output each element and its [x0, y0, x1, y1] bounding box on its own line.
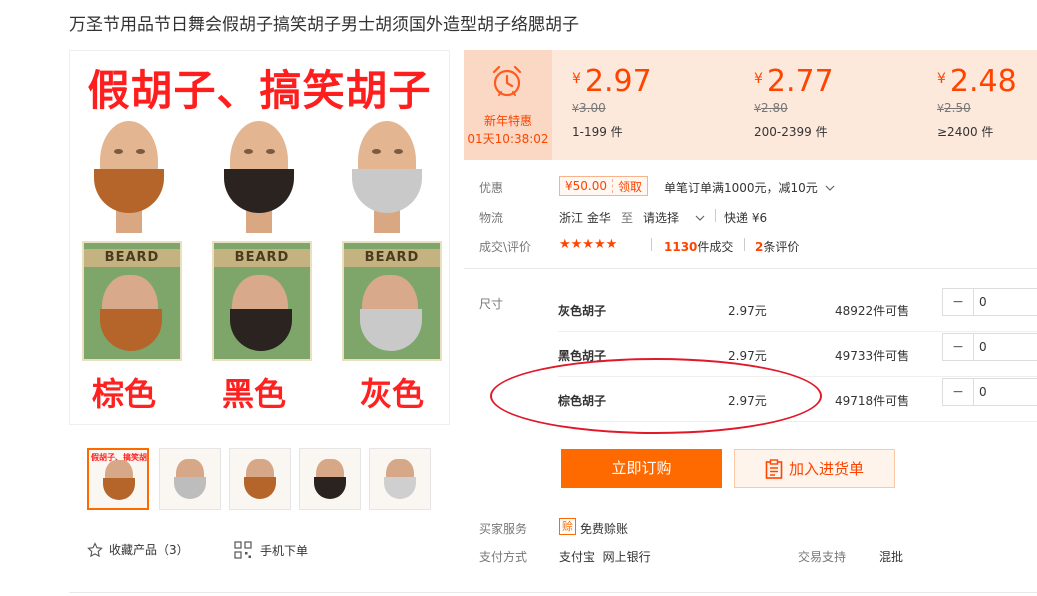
tier-old-price: 2.50 — [944, 101, 971, 115]
payment-label: 支付方式 — [479, 550, 528, 564]
bottom-divider — [69, 592, 1037, 593]
beard-package-black: BEARD — [212, 241, 312, 361]
color-label-black: 黑色 — [222, 375, 287, 413]
thumbnail-2[interactable] — [159, 448, 221, 510]
service-label: 买家服务 — [479, 522, 528, 536]
discount-label: 优惠 — [479, 181, 504, 195]
review-count-link[interactable]: 2条评价 — [755, 238, 799, 255]
main-product-image[interactable]: 假胡子、搞笑胡子 BEARD BEARD BEARD 棕色 黑色 灰色 — [69, 50, 450, 425]
payment-methods: 支付宝 网上银行 — [559, 550, 651, 564]
quantity-stepper: − 0 — [942, 378, 1037, 406]
divider — [744, 238, 745, 251]
promo-badge: 新年特惠 01天10:38:02 — [464, 50, 552, 160]
thumbnail-3[interactable] — [229, 448, 291, 510]
thumbnail-1[interactable]: 假胡子、搞笑胡子 — [87, 448, 149, 510]
decrement-button[interactable]: − — [943, 289, 974, 315]
decrement-button[interactable]: − — [943, 379, 974, 405]
chevron-down-icon — [825, 185, 835, 191]
deals-label: 成交\评价 — [479, 240, 532, 254]
star-outline-icon — [87, 541, 103, 557]
sku-label: 尺寸 — [479, 297, 504, 311]
quantity-stepper: − 0 — [942, 288, 1037, 316]
promo-name: 新年特惠 — [483, 114, 532, 128]
divider — [715, 209, 716, 222]
coupon-amount: ¥50.00 — [565, 179, 607, 193]
color-label-gray: 灰色 — [360, 375, 425, 413]
coupon-tag[interactable]: ¥50.00 领取 — [559, 176, 649, 196]
quantity-input[interactable]: 0 — [979, 379, 987, 405]
tier-range: 1-199 件 — [572, 125, 623, 139]
favorite-label: 收藏产品（3） — [109, 543, 189, 557]
tier-price: 2.77 — [766, 64, 834, 99]
order-now-button[interactable]: 立即订购 — [561, 449, 722, 488]
ship-to-word: 至 — [621, 211, 634, 225]
price-panel: 新年特惠 01天10:38:02 ¥2.97 ¥3.00 1-199 件 ¥2.… — [464, 50, 1037, 160]
destination-select[interactable]: 请选择 — [643, 209, 705, 226]
tier-old-price: 2.80 — [761, 101, 788, 115]
discount-rule[interactable]: 单笔订单满1000元，减10元 — [664, 179, 835, 196]
color-label-brown: 棕色 — [92, 375, 157, 413]
chevron-down-icon — [695, 215, 705, 221]
sku-stock: 48922件可售 — [835, 304, 910, 318]
add-to-cart-button[interactable]: 加入进货单 — [734, 449, 895, 488]
sku-row: 灰色胡子 2.97元 48922件可售 − 0 — [558, 288, 1037, 332]
poster-headline: 假胡子、搞笑胡子 — [87, 66, 432, 115]
credit-badge-icon: 赊 — [559, 518, 576, 535]
quantity-input[interactable]: 0 — [979, 334, 987, 360]
rating-stars: ★★★★★ — [559, 237, 618, 252]
mannequin-head-black — [218, 121, 302, 241]
mannequin-head-brown — [88, 121, 172, 241]
price-tier-2: ¥2.77 ¥2.80 200-2399 件 — [754, 64, 834, 139]
tier-old-price: 3.00 — [579, 101, 606, 115]
tier-range: ≥2400 件 — [937, 125, 994, 139]
coupon-claim-link[interactable]: 领取 — [613, 178, 647, 195]
express-fee: 快递 ¥6 — [724, 211, 768, 225]
divider — [651, 238, 652, 251]
mobile-order-link[interactable]: 手机下单 — [234, 541, 308, 559]
thumbnail-5[interactable] — [369, 448, 431, 510]
price-tier-1: ¥2.97 ¥3.00 1-199 件 — [572, 64, 652, 139]
beard-package-brown: BEARD — [82, 241, 182, 361]
quantity-stepper: − 0 — [942, 333, 1037, 361]
qr-code-icon — [234, 541, 252, 559]
clipboard-icon — [765, 458, 783, 479]
tier-price: 2.48 — [949, 64, 1017, 99]
trade-support-value: 混批 — [879, 550, 904, 564]
trade-support-label: 交易支持 — [798, 550, 847, 564]
beard-package-gray: BEARD — [342, 241, 442, 361]
favorite-product-link[interactable]: 收藏产品（3） — [87, 541, 189, 558]
mobile-order-label: 手机下单 — [260, 543, 309, 558]
price-tier-3: ¥2.48 ¥2.50 ≥2400 件 — [937, 64, 1017, 139]
add-to-cart-label: 加入进货单 — [788, 460, 864, 478]
logistics-label: 物流 — [479, 211, 504, 225]
mannequin-head-gray — [346, 121, 430, 241]
sku-name: 灰色胡子 — [558, 304, 607, 318]
thumbnail-4[interactable] — [299, 448, 361, 510]
decrement-button[interactable]: − — [943, 334, 974, 360]
service-value: 免费赊账 — [580, 522, 629, 536]
promo-countdown: 01天10:38:02 — [467, 132, 549, 146]
sku-stock: 49718件可售 — [835, 394, 910, 408]
sku-price: 2.97元 — [728, 304, 767, 318]
sku-stock: 49733件可售 — [835, 349, 910, 363]
ship-from: 浙江 金华 — [559, 211, 611, 225]
tier-price: 2.97 — [584, 64, 652, 99]
section-divider — [464, 268, 1037, 269]
product-title: 万圣节用品节日舞会假胡子搞笑胡子男士胡须国外造型胡子络腮胡子 — [69, 15, 579, 35]
annotation-ellipse — [490, 358, 822, 434]
quantity-input[interactable]: 0 — [979, 289, 987, 315]
tier-range: 200-2399 件 — [754, 125, 828, 139]
sold-count-link[interactable]: 1130件成交 — [664, 238, 733, 255]
alarm-clock-icon — [492, 65, 522, 97]
